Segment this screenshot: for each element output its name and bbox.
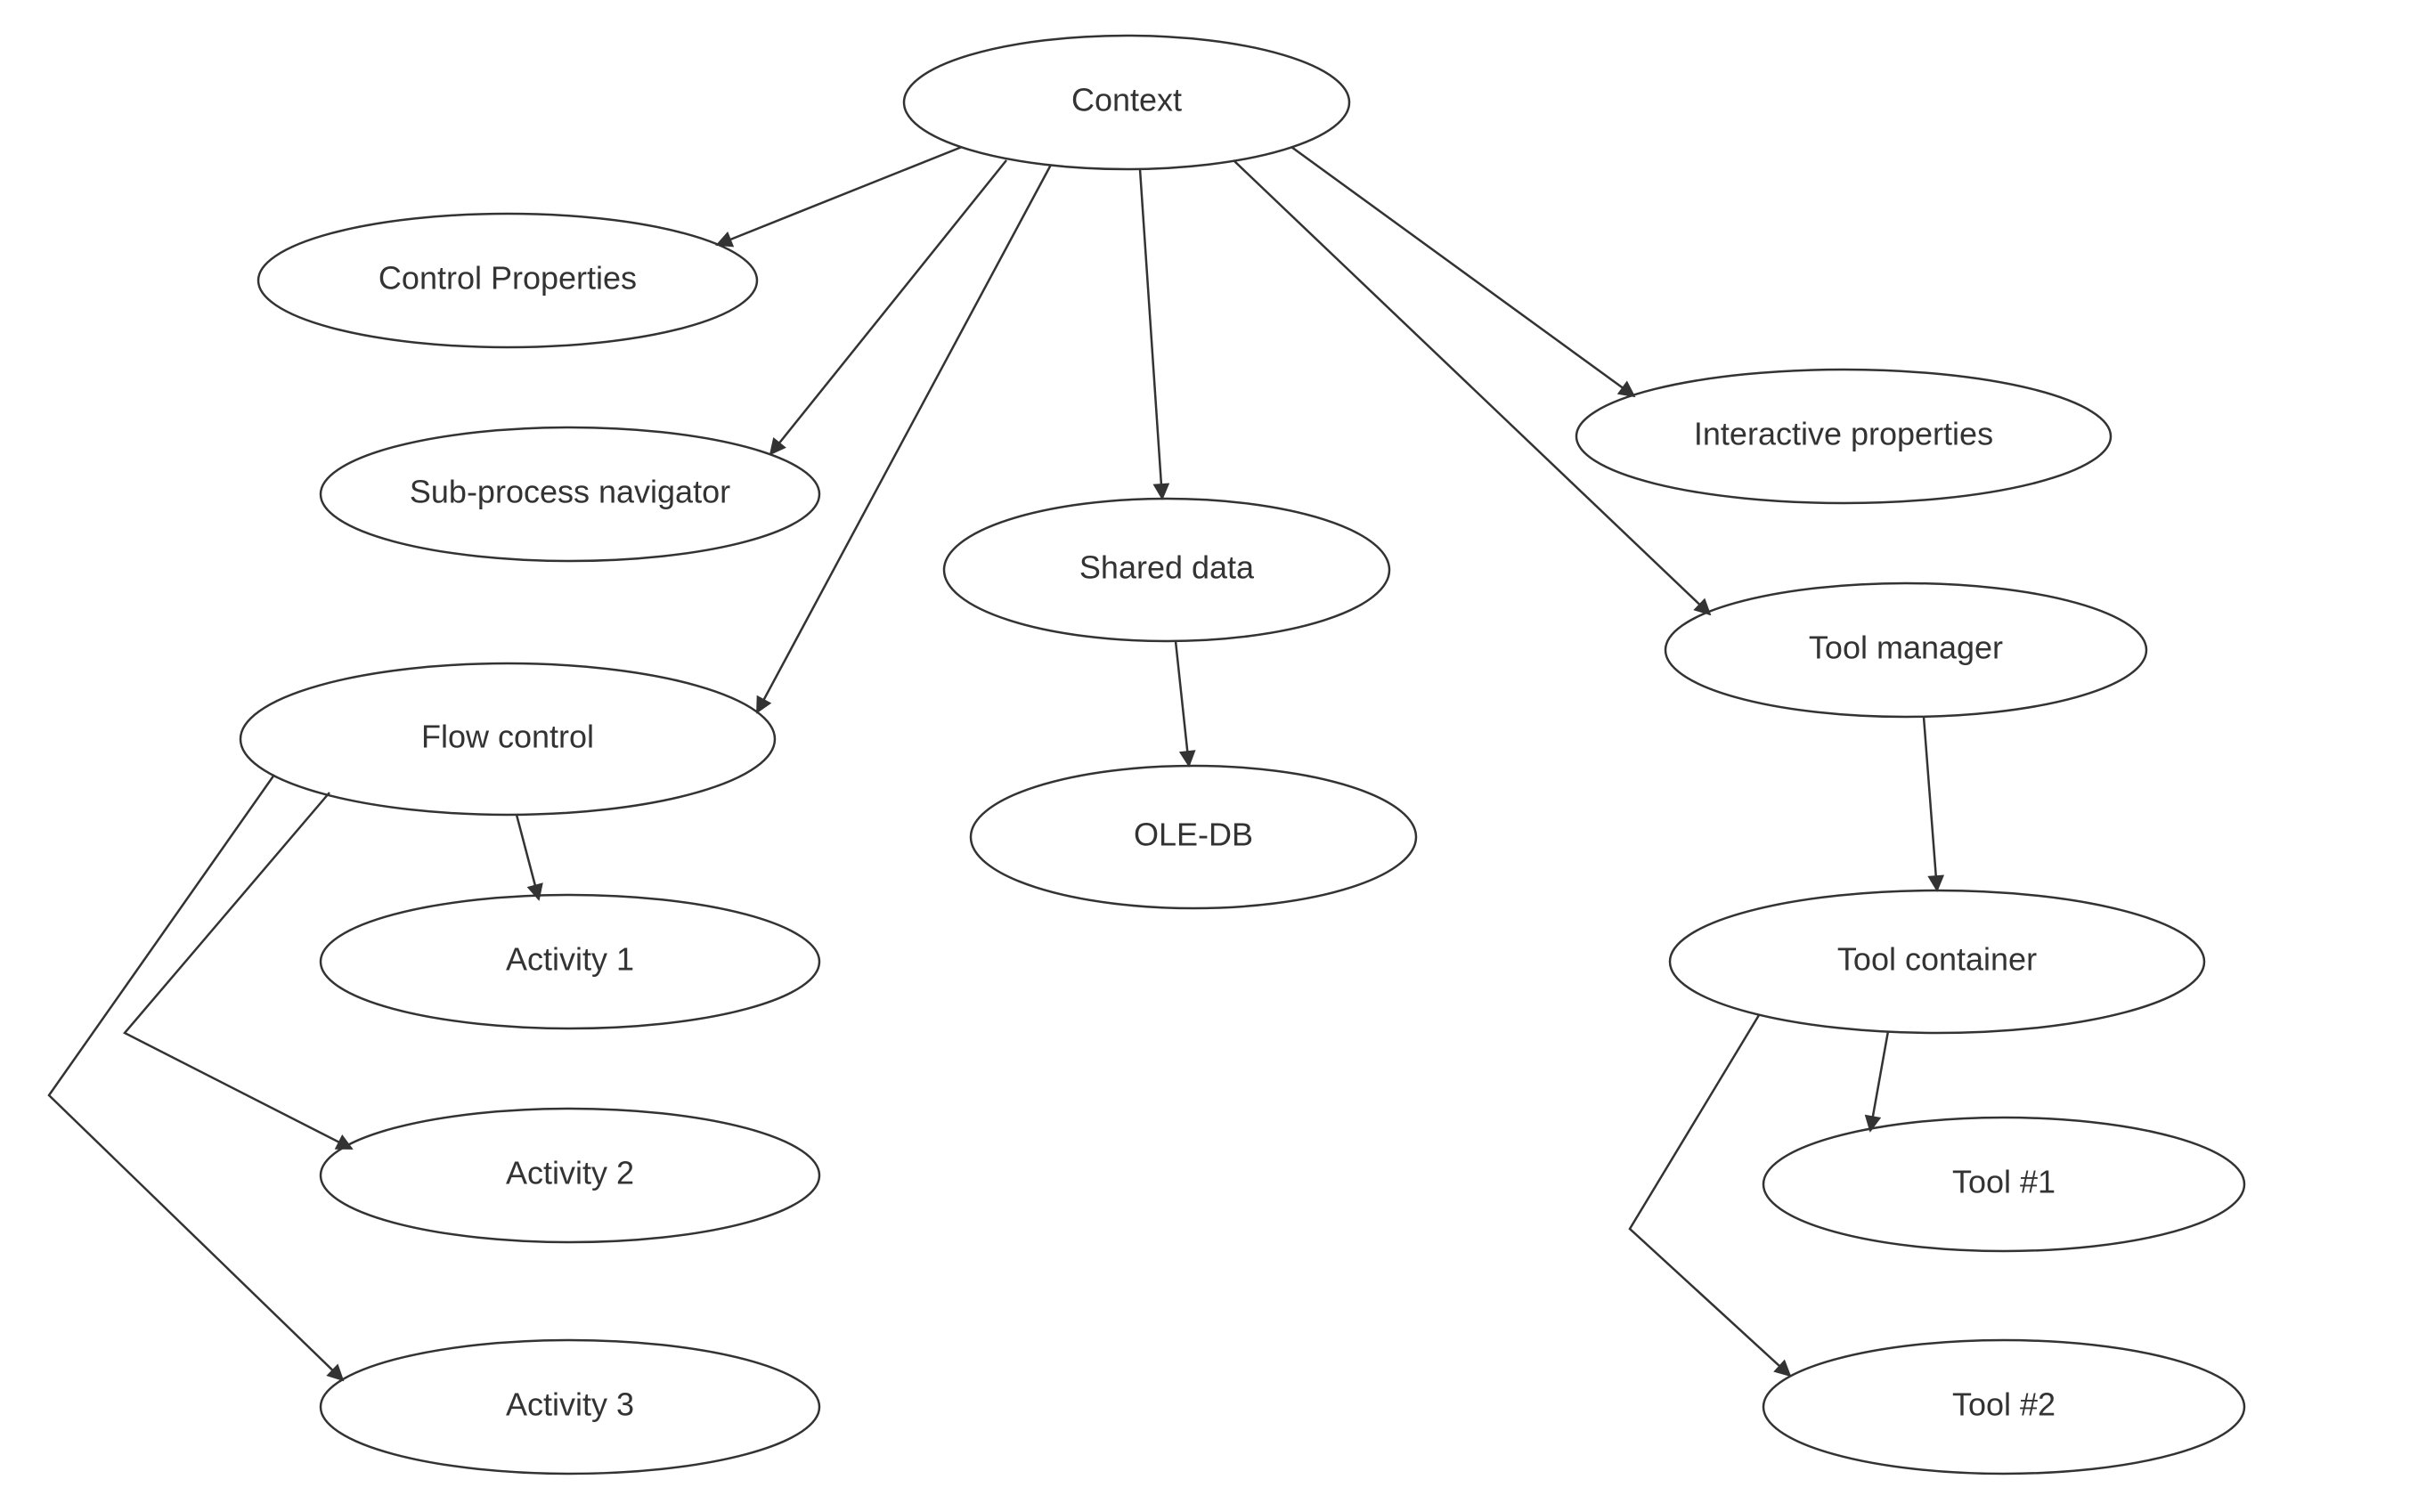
edge-flow_control-to-activity_2 <box>125 793 352 1149</box>
node-flow_control-label: Flow control <box>421 719 594 755</box>
node-context: Context <box>904 36 1349 169</box>
node-tool_container-label: Tool container <box>1837 941 2037 978</box>
node-sub_process_navigator-label: Sub-process navigator <box>410 474 730 510</box>
node-sub_process_navigator: Sub-process navigator <box>321 427 819 561</box>
node-activity_2: Activity 2 <box>321 1109 819 1242</box>
node-tool_2: Tool #2 <box>1763 1340 2244 1474</box>
edge-tool_manager-to-tool_container <box>1924 717 1937 890</box>
edge-context-to-interactive_properties <box>1291 147 1634 396</box>
node-interactive_properties: Interactive properties <box>1576 370 2111 503</box>
edge-flow_control-to-activity_1 <box>517 815 539 899</box>
node-activity_1: Activity 1 <box>321 895 819 1028</box>
nodes-group: Context Control Properties Sub-process nav… <box>240 36 2244 1474</box>
node-activity_3-label: Activity 3 <box>506 1386 634 1423</box>
context-diagram: Context Control Properties Sub-process nav… <box>0 0 2418 1512</box>
edge-tool_container-to-tool_1 <box>1870 1031 1888 1131</box>
edge-flow_control-to-activity_3 <box>49 775 343 1380</box>
edge-context-to-tool_manager <box>1233 160 1710 614</box>
node-ole_db: OLE-DB <box>971 766 1416 908</box>
node-tool_manager: Tool manager <box>1665 583 2146 717</box>
edge-context-to-control_properties <box>717 147 962 245</box>
node-tool_manager-label: Tool manager <box>1809 630 2003 666</box>
node-tool_2-label: Tool #2 <box>1952 1386 2056 1423</box>
node-activity_3: Activity 3 <box>321 1340 819 1474</box>
node-interactive_properties-label: Interactive properties <box>1694 416 1993 452</box>
node-tool_container: Tool container <box>1670 890 2204 1033</box>
edge-context-to-flow_control <box>757 165 1051 712</box>
node-ole_db-label: OLE-DB <box>1134 817 1253 853</box>
node-tool_1: Tool #1 <box>1763 1118 2244 1251</box>
node-tool_1-label: Tool #1 <box>1952 1164 2056 1200</box>
node-shared_data-label: Shared data <box>1079 549 1255 586</box>
node-control_properties-label: Control Properties <box>379 260 637 297</box>
node-context-label: Context <box>1071 82 1182 118</box>
node-flow_control: Flow control <box>240 663 775 815</box>
node-activity_1-label: Activity 1 <box>506 941 634 978</box>
edge-context-to-shared_data <box>1140 169 1162 499</box>
edge-context-to-sub_process_navigator <box>770 160 1006 454</box>
node-shared_data: Shared data <box>944 499 1389 641</box>
edge-shared_data-to-ole_db <box>1176 641 1189 766</box>
node-activity_2-label: Activity 2 <box>506 1155 634 1191</box>
node-control_properties: Control Properties <box>258 214 757 347</box>
